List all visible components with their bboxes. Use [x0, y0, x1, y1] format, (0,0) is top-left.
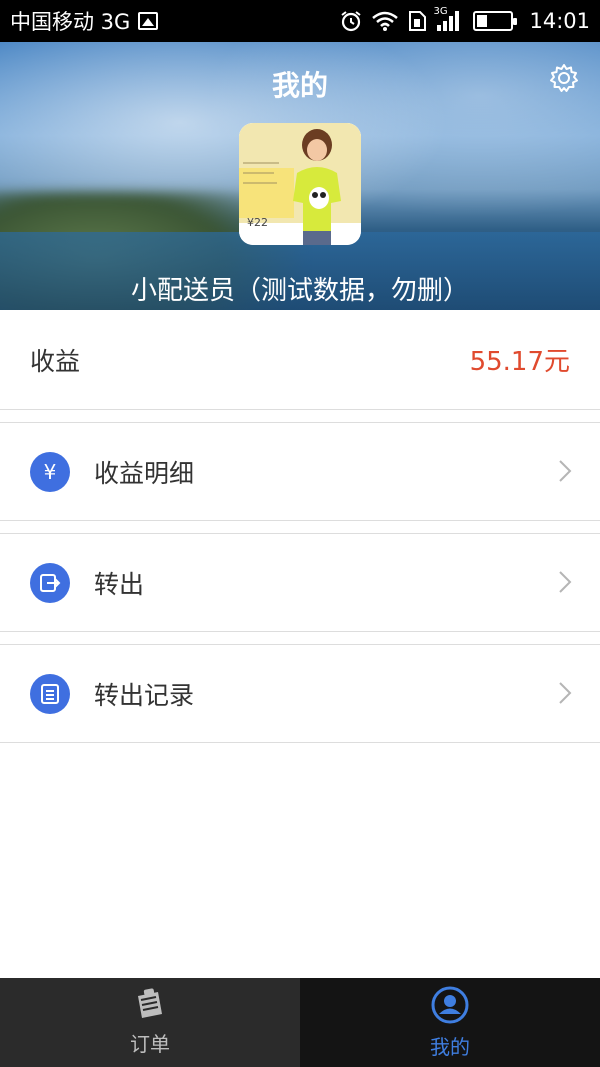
tab-label: 订单: [130, 1032, 170, 1056]
earnings-value: 55.17元: [469, 347, 570, 377]
bottom-tab-bar: 订单 我的: [0, 978, 600, 1067]
chevron-right-icon: [559, 571, 572, 593]
transfer-out-icon: [30, 562, 70, 603]
avatar-price-text: ¥22: [247, 216, 268, 229]
clock-text: 14:01: [529, 9, 590, 33]
avatar[interactable]: ¥22: [239, 123, 361, 245]
orders-icon: [138, 988, 162, 1018]
record-list-icon: [30, 673, 70, 714]
page-title: 我的: [271, 69, 328, 102]
alarm-icon: [339, 9, 363, 33]
image-notification-icon: [138, 12, 159, 30]
profile-header: 我的 ¥22 小配送员（测试数据，勿删）: [0, 42, 600, 310]
menu-item-label: 转出记录: [94, 680, 195, 710]
yen-icon: ¥: [30, 451, 70, 492]
menu-item-transfer-records[interactable]: 转出记录: [0, 644, 600, 743]
network-type-text: 3G: [433, 6, 448, 17]
gear-icon: [550, 64, 578, 92]
chevron-right-icon: [559, 682, 572, 704]
sim-icon: [407, 10, 427, 32]
wifi-icon: [371, 10, 399, 32]
profile-icon: [431, 986, 469, 1024]
status-bar: 中国移动 3G 3G 14:01: [0, 0, 600, 42]
menu-item-earnings-detail[interactable]: ¥ 收益明细: [0, 422, 600, 521]
signal-icon: 3G: [433, 6, 461, 32]
carrier-text: 中国移动 3G: [10, 10, 131, 34]
menu-item-label: 转出: [94, 569, 145, 599]
status-left: 中国移动 3G: [10, 6, 159, 36]
settings-button[interactable]: [548, 62, 580, 94]
menu-item-label: 收益明细: [94, 458, 195, 488]
chevron-right-icon: [559, 460, 572, 482]
tab-mine[interactable]: 我的: [300, 978, 600, 1067]
tab-label: 我的: [430, 1035, 470, 1059]
earnings-label: 收益: [30, 346, 81, 376]
avatar-image: ¥22: [239, 123, 361, 245]
menu-item-transfer-out[interactable]: 转出: [0, 533, 600, 632]
tab-orders[interactable]: 订单: [0, 978, 300, 1067]
battery-icon: [473, 11, 518, 31]
status-right: 3G 14:01: [339, 6, 590, 33]
user-name: 小配送员（测试数据，勿删）: [130, 276, 469, 306]
earnings-row: 收益 55.17元: [0, 310, 600, 410]
